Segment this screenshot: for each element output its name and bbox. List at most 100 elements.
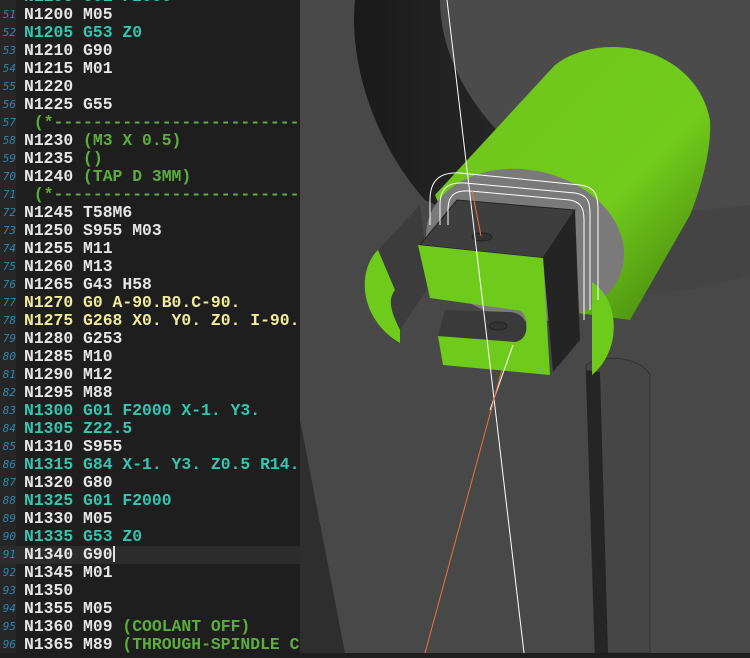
code-text: N1275 G268 X0. Y0. Z0. I-90. — [24, 312, 299, 330]
code-comment: (*------------------------------ — [33, 113, 300, 132]
code-line[interactable]: 53 N1210 G90 — [0, 42, 300, 60]
code-line[interactable]: 75 N1260 M13 — [0, 258, 300, 276]
code-line[interactable]: 79 N1280 G253 — [0, 330, 300, 348]
code-text: N1330 M05 — [24, 510, 113, 528]
code-statement: N1325 G01 F2000 — [24, 491, 172, 510]
line-number: 56 — [2, 98, 16, 111]
code-line[interactable]: 57 (*------------------------------ — [0, 114, 300, 132]
code-statement: N1365 M89 — [24, 635, 123, 654]
code-text: N1215 M01 — [24, 60, 113, 78]
line-number: 91 — [2, 548, 16, 561]
code-text: N1205 G53 Z0 — [24, 24, 142, 42]
code-line[interactable]: 93 N1350 — [0, 582, 300, 600]
code-text: N1335 G53 Z0 — [24, 528, 142, 546]
gcode-editor[interactable]: 50N1195 G01 F200051N1200 M0552N1205 G53 … — [0, 0, 300, 653]
code-line[interactable]: 58 N1230 (M3 X 0.5) — [0, 132, 300, 150]
code-line[interactable]: 73 N1250 S955 M03 — [0, 222, 300, 240]
line-number: 51 — [2, 8, 16, 21]
code-text: N1280 G253 — [24, 330, 122, 348]
3d-simulation-viewport[interactable] — [300, 0, 750, 654]
line-number: 90 — [2, 530, 16, 543]
code-line[interactable]: 55 N1220 — [0, 78, 300, 96]
code-text: N1240 (TAP D 3MM) — [24, 168, 191, 186]
code-text: N1230 (M3 X 0.5) — [24, 132, 181, 150]
text-cursor — [112, 546, 115, 562]
code-statement: N1310 S955 — [24, 437, 123, 456]
line-number: 55 — [2, 80, 16, 93]
code-statement: N1360 M09 — [24, 617, 123, 636]
code-statement: N1335 G53 Z0 — [24, 527, 143, 546]
code-line[interactable]: 81 N1290 M12 — [0, 366, 300, 384]
code-line[interactable]: 54 N1215 M01 — [0, 60, 300, 78]
code-comment: () — [83, 149, 103, 168]
code-statement — [24, 185, 34, 204]
code-line[interactable]: 80 N1285 M10 — [0, 348, 300, 366]
code-text: N1255 M11 — [24, 240, 113, 258]
code-line[interactable]: 78 N1275 G268 X0. Y0. Z0. I-90. — [0, 312, 300, 330]
code-text: N1345 M01 — [24, 564, 113, 582]
line-number: 72 — [2, 206, 16, 219]
code-statement: N1295 M88 — [24, 383, 113, 402]
code-line[interactable]: 89 N1330 M05 — [0, 510, 300, 528]
code-statement: N1275 G268 X0. Y0. Z0. I-90. — [24, 311, 300, 330]
code-statement: N1200 M05 — [24, 5, 113, 24]
code-text: N1350 — [24, 582, 73, 600]
line-number: 85 — [2, 440, 16, 453]
code-line[interactable]: 94 N1355 M05 — [0, 600, 300, 618]
code-line[interactable]: 59 N1235 () — [0, 150, 300, 168]
code-line[interactable]: 70 N1240 (TAP D 3MM) — [0, 168, 300, 186]
code-text: N1365 M89 (THROUGH-SPINDLE COOLANT OFF) — [24, 635, 300, 654]
line-number: 96 — [2, 638, 16, 651]
code-line[interactable]: 77 N1270 G0 A-90.B0.C-90. — [0, 294, 300, 312]
code-line[interactable]: 95 N1360 M09 (COOLANT OFF) — [0, 618, 300, 636]
code-line[interactable]: 84 N1305 Z22.5 — [0, 420, 300, 438]
code-line[interactable]: 82 N1295 M88 — [0, 384, 300, 402]
line-number: 57 — [2, 116, 16, 129]
code-line[interactable]: 86 N1315 G84 X-1. Y3. Z0.5 R14. — [0, 456, 300, 474]
code-statement: N1345 M01 — [24, 563, 113, 582]
code-line[interactable]: 85 N1310 S955 — [0, 438, 300, 456]
code-line[interactable]: 96 N1365 M89 (THROUGH-SPINDLE COOLANT OFF… — [0, 635, 300, 654]
code-statement: N1315 G84 X-1. Y3. Z0.5 R14. — [24, 455, 300, 474]
code-line[interactable]: 72 N1245 T58M6 — [0, 204, 300, 222]
code-line[interactable]: 83 N1300 G01 F2000 X-1. Y3. — [0, 402, 300, 420]
code-text: N1235 () — [24, 150, 103, 168]
line-number: 82 — [2, 386, 16, 399]
line-number: 70 — [2, 170, 16, 183]
code-text: N1300 G01 F2000 X-1. Y3. — [24, 402, 260, 420]
code-line[interactable]: 91 N1340 G90 — [0, 546, 300, 564]
line-number: 93 — [2, 584, 16, 597]
code-line[interactable]: 90 N1335 G53 Z0 — [0, 528, 300, 546]
code-text: N1325 G01 F2000 — [24, 492, 172, 510]
line-number: 88 — [2, 494, 16, 507]
line-number: 75 — [2, 260, 16, 273]
code-line[interactable]: 71 (*------------------------------ — [0, 186, 300, 204]
code-line[interactable]: 92 N1345 M01 — [0, 564, 300, 582]
code-statement: N1280 G253 — [24, 329, 123, 348]
code-text: N1340 G90 — [24, 546, 115, 564]
code-statement: N1260 M13 — [24, 257, 113, 276]
code-statement: N1285 M10 — [24, 347, 113, 366]
code-text: N1305 Z22.5 — [24, 420, 132, 438]
code-line[interactable]: 52 N1205 G53 Z0 — [0, 24, 300, 42]
code-line[interactable]: 74 N1255 M11 — [0, 240, 300, 258]
code-line[interactable]: 88 N1325 G01 F2000 — [0, 492, 300, 510]
code-line[interactable]: 87 N1320 G80 — [0, 474, 300, 492]
code-line[interactable]: 51 N1200 M05 — [0, 6, 300, 24]
line-number: 86 — [2, 458, 16, 471]
code-line[interactable]: 56 N1225 G55 — [0, 96, 300, 114]
code-text: N1250 S955 M03 — [24, 222, 162, 240]
code-line[interactable]: 76 N1265 G43 H58 — [0, 276, 300, 294]
code-text: (*------------------------------ — [24, 186, 300, 204]
code-comment: (COOLANT OFF) — [122, 617, 251, 636]
code-text: N1220 — [24, 78, 73, 96]
code-statement: N1290 M12 — [24, 365, 113, 384]
code-statement: N1255 M11 — [24, 239, 113, 258]
code-statement: N1230 — [24, 131, 84, 150]
line-number: 81 — [2, 368, 16, 381]
code-text: N1290 M12 — [24, 366, 113, 384]
line-number: 52 — [2, 26, 16, 39]
code-statement: N1355 M05 — [24, 599, 113, 618]
code-statement — [24, 113, 34, 132]
hole-bottom — [488, 321, 508, 331]
